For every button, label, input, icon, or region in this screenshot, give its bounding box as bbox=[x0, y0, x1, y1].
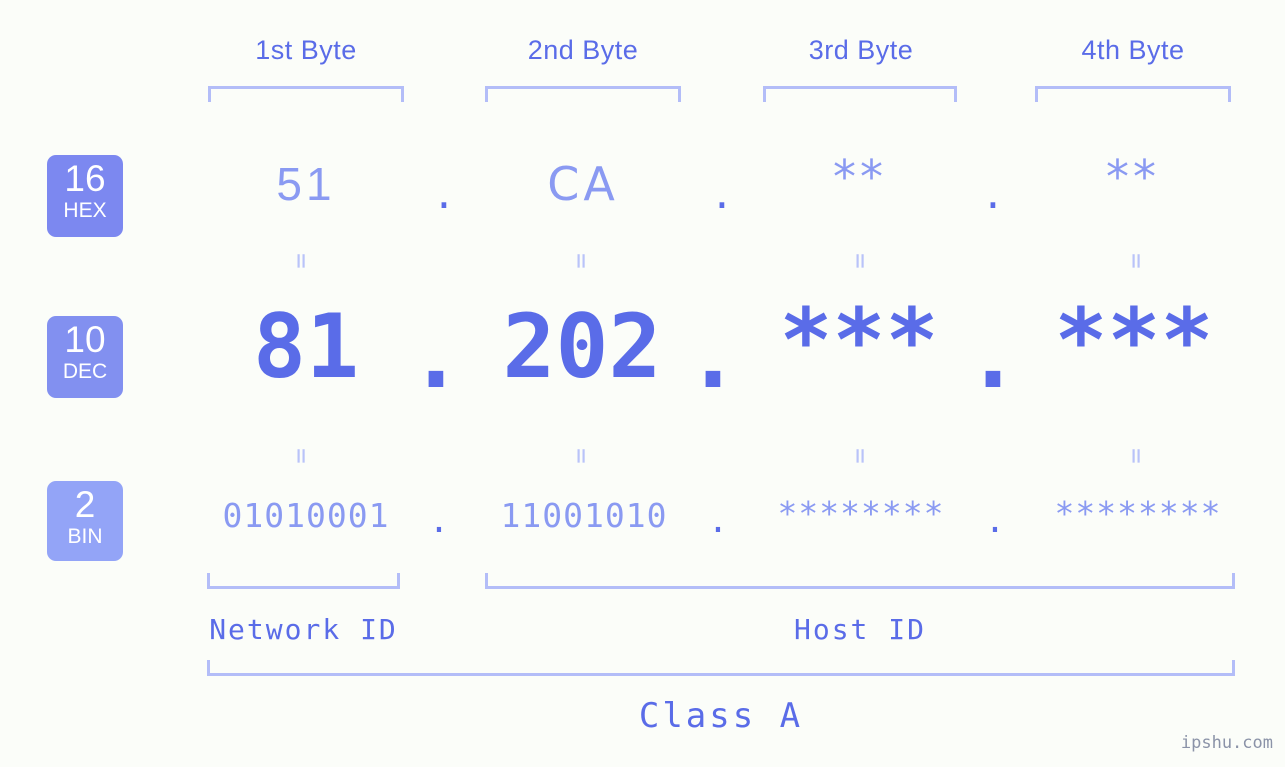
dec-byte-2: 202 bbox=[502, 295, 662, 398]
base-badge-bin-tag: BIN bbox=[67, 525, 103, 548]
dec-separator-1: . bbox=[408, 304, 464, 409]
bin-byte-2: 11001010 bbox=[500, 496, 668, 535]
base-badge-bin: 2 BIN bbox=[47, 481, 123, 561]
byte-bracket-top-1 bbox=[208, 86, 404, 102]
byte-header-2: 2nd Byte bbox=[527, 35, 639, 65]
ip-address-breakdown-diagram: 1st Byte 2nd Byte 3rd Byte 4th Byte 16 H… bbox=[0, 0, 1285, 767]
byte-header-3: 3rd Byte bbox=[808, 35, 914, 65]
bin-separator-1: . bbox=[428, 501, 450, 541]
byte-bracket-top-3 bbox=[763, 86, 957, 102]
byte-bracket-top-4 bbox=[1035, 86, 1231, 102]
equals-glyph-hex-dec-4: = bbox=[1121, 253, 1151, 269]
bin-separator-2: . bbox=[707, 501, 729, 541]
equals-glyph-dec-bin-2: = bbox=[566, 448, 596, 464]
equals-glyph-hex-dec-2: = bbox=[566, 253, 596, 269]
equals-glyph-hex-dec-1: = bbox=[286, 253, 316, 269]
host-id-label: Host ID bbox=[793, 613, 926, 646]
hex-byte-1: 51 bbox=[276, 158, 336, 210]
base-badge-dec-tag: DEC bbox=[62, 360, 108, 383]
hex-byte-2: CA bbox=[547, 157, 619, 211]
base-badge-dec-number: 10 bbox=[64, 319, 106, 360]
bin-byte-4: ******** bbox=[1054, 494, 1222, 533]
dec-byte-1: 81 bbox=[253, 295, 359, 398]
equals-glyph-dec-bin-3: = bbox=[845, 448, 875, 464]
equals-glyph-dec-bin-1: = bbox=[286, 448, 316, 464]
hex-separator-1: . bbox=[432, 173, 456, 217]
dec-byte-3: *** bbox=[779, 289, 939, 392]
bin-byte-3: ******** bbox=[777, 494, 945, 533]
base-badge-bin-number: 2 bbox=[74, 484, 96, 525]
network-id-bracket bbox=[207, 573, 400, 589]
base-badge-hex: 16 HEX bbox=[47, 155, 123, 237]
dec-separator-3: . bbox=[965, 304, 1021, 409]
host-id-bracket bbox=[485, 573, 1235, 589]
hex-byte-4: ** bbox=[1106, 150, 1160, 204]
byte-header-1: 1st Byte bbox=[255, 35, 357, 65]
base-badge-dec: 10 DEC bbox=[47, 316, 123, 398]
hex-byte-3: ** bbox=[833, 150, 887, 204]
byte-header-4: 4th Byte bbox=[1081, 35, 1185, 65]
base-badge-hex-number: 16 bbox=[64, 158, 106, 199]
hex-separator-2: . bbox=[710, 173, 734, 217]
network-id-label: Network ID bbox=[209, 613, 398, 646]
ip-class-label: Class A bbox=[638, 696, 804, 736]
equals-glyph-hex-dec-3: = bbox=[845, 253, 875, 269]
equals-glyph-dec-bin-4: = bbox=[1121, 448, 1151, 464]
base-badge-hex-tag: HEX bbox=[63, 199, 107, 222]
watermark: ipshu.com bbox=[1180, 733, 1273, 753]
byte-bracket-top-2 bbox=[485, 86, 681, 102]
bin-separator-3: . bbox=[984, 501, 1006, 541]
ip-class-bracket bbox=[207, 660, 1235, 676]
bin-byte-1: 01010001 bbox=[222, 496, 390, 535]
dec-byte-4: *** bbox=[1054, 289, 1214, 392]
hex-separator-3: . bbox=[981, 173, 1005, 217]
dec-separator-2: . bbox=[685, 304, 741, 409]
